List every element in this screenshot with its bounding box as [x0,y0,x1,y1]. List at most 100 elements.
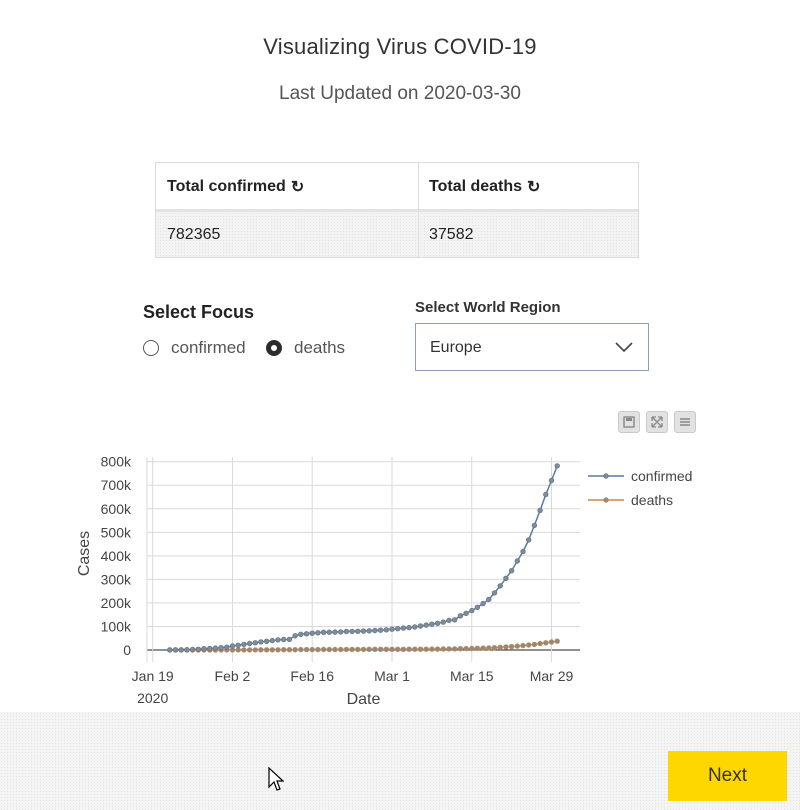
data-point-confirmed [395,625,401,632]
data-point-deaths [377,646,384,652]
data-point-confirmed [178,647,184,653]
last-updated-text: Last Updated on 2020-03-30 [279,83,521,104]
data-point-confirmed [412,624,418,630]
data-point-deaths [263,647,270,653]
data-point-deaths [446,646,452,652]
y-tick-label: 300k [101,571,132,587]
data-point-deaths [372,646,378,652]
cases-line-chart: 0 100k 200k 300k 400k 500k 600k 700k 800k Jan 19… [76,454,692,708]
data-point-deaths [520,642,526,649]
x-tick-label: Jan 19 [132,668,174,684]
data-point-confirmed [206,645,213,652]
data-point-deaths [320,646,327,653]
data-point-confirmed [338,629,344,635]
total-deaths-label: Total deaths [429,178,523,195]
data-point-deaths [514,643,520,649]
data-point-deaths [309,646,315,653]
data-point-deaths [497,644,503,650]
autoscale-icon[interactable] [646,411,668,433]
y-tick-label: 700k [101,477,132,493]
column-divider [418,163,419,257]
data-point-deaths [315,646,321,653]
data-point-confirmed [446,617,452,624]
refresh-icon[interactable]: ↻ [291,177,304,197]
data-point-deaths [543,640,549,646]
download-icon[interactable] [618,411,640,433]
data-point-confirmed [474,604,481,610]
data-point-confirmed [172,647,179,653]
data-point-deaths [326,646,332,653]
data-point-deaths [241,647,247,653]
menu-icon[interactable] [674,411,696,433]
data-point-deaths [474,645,481,651]
data-point-confirmed [372,627,378,634]
data-point-deaths [469,645,475,652]
data-point-confirmed [258,639,264,645]
radio-deaths[interactable]: deaths [266,338,345,358]
next-button[interactable]: Next [668,751,787,801]
data-point-deaths [554,638,560,644]
total-confirmed-value: 782365 [167,226,221,243]
data-point-deaths [360,646,367,653]
radio-deaths-circle[interactable] [266,340,282,356]
legend-label-confirmed: confirmed [631,468,692,484]
data-point-deaths [395,646,401,652]
data-point-deaths [417,646,424,652]
world-region-label: Select World Region [415,299,561,316]
total-deaths-header: Total deaths ↻ [429,177,540,197]
world-region-select[interactable]: Europe [415,323,649,371]
data-point-confirmed [189,646,196,653]
x-tick-label: Feb 16 [290,668,334,684]
data-point-deaths [298,646,304,653]
data-point-confirmed [526,537,532,543]
data-point-confirmed [326,629,332,635]
data-point-confirmed [218,644,224,651]
data-point-deaths [366,646,372,652]
legend-marker-deaths [603,497,609,503]
data-point-confirmed [332,629,338,635]
data-point-confirmed [463,610,469,616]
data-point-confirmed [514,558,520,564]
data-point-confirmed [452,617,458,623]
data-point-confirmed [434,620,441,626]
radio-deaths-label[interactable]: deaths [294,338,345,358]
radio-confirmed-circle[interactable] [143,340,159,356]
data-point-confirmed [263,638,270,644]
data-point-deaths [429,646,435,652]
chart-legend[interactable]: confirmed deaths [588,468,692,508]
data-point-confirmed [554,463,560,469]
data-point-confirmed [457,613,464,619]
data-point-confirmed [286,636,293,643]
data-point-confirmed [303,631,310,637]
data-point-deaths [537,640,543,647]
data-point-confirmed [417,623,424,629]
totals-value-row [156,212,638,257]
data-point-confirmed [497,583,503,589]
chart-modebar [612,411,696,433]
world-region-value: Europe [430,339,482,356]
data-point-confirmed [520,548,526,555]
data-point-confirmed [201,645,207,652]
data-point-deaths [275,647,281,653]
refresh-icon[interactable]: ↻ [527,177,540,197]
data-point-deaths [343,646,350,653]
y-tick-label: 500k [101,524,132,540]
data-point-confirmed [167,647,173,653]
y-axis-label: Cases [76,531,93,576]
totals-table: Total confirmed ↻ Total deaths ↻ 782365 … [155,162,639,258]
data-point-deaths [452,646,458,652]
data-point-deaths [292,646,298,653]
radio-confirmed[interactable]: confirmed [143,338,246,358]
data-point-deaths [463,645,469,652]
radio-confirmed-label[interactable]: confirmed [171,338,246,358]
data-point-confirmed [229,643,236,649]
data-point-deaths [303,646,310,653]
x-axis-ticks: Jan 19 Feb 2 Feb 16 Mar 1 Mar 15 Mar 29 [132,668,574,684]
y-tick-label: 0 [123,642,131,658]
data-point-deaths [548,639,555,645]
data-point-confirmed [241,641,247,648]
data-point-deaths [269,647,275,653]
y-tick-label: 800k [101,454,132,470]
data-point-confirmed [315,630,321,636]
mouse-cursor-icon [268,767,284,791]
